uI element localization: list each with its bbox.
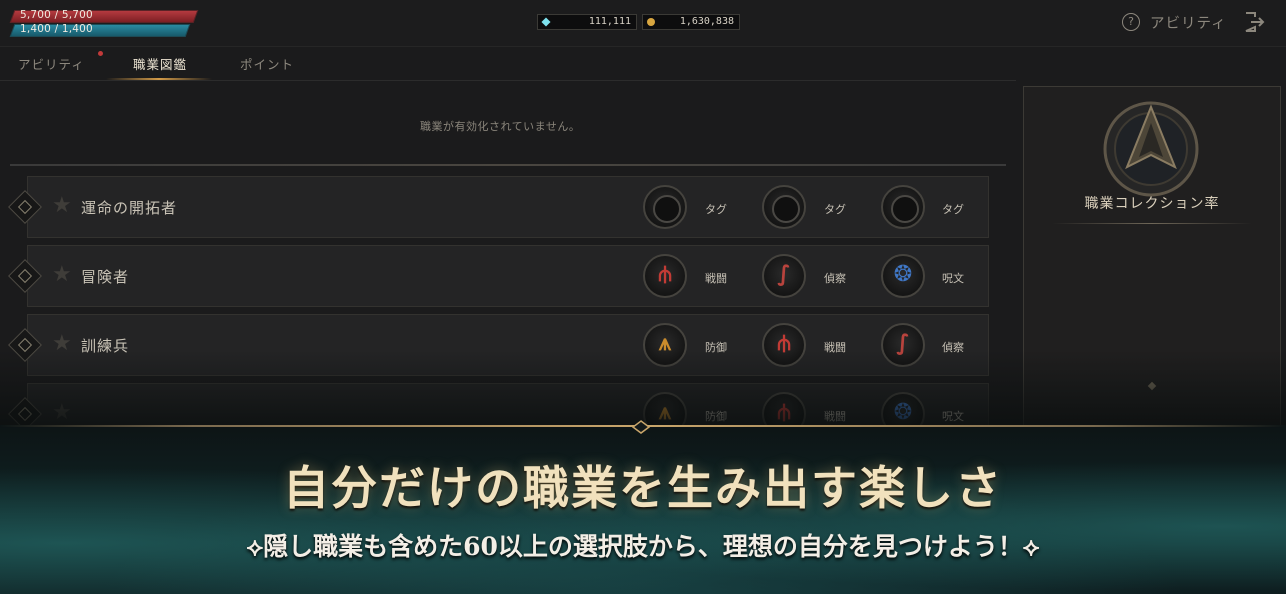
ornament-line (1052, 223, 1252, 224)
tag-label: 戦闘 (705, 272, 727, 285)
ability-link[interactable]: アビリティ (1150, 12, 1227, 33)
tag-label: 呪文 (942, 272, 964, 285)
job-name: 冒険者 (81, 268, 130, 286)
job-row[interactable]: ★ 運命の開拓者 タグ タグ タグ (8, 176, 989, 238)
gem-value: 111,111 (588, 16, 631, 27)
combat-tag-icon[interactable]: ⫛ (643, 254, 687, 298)
spell-glyph: ❂ (893, 262, 913, 287)
exit-icon[interactable] (1243, 11, 1265, 33)
tag-label: タグ (705, 203, 727, 216)
mp-text: 1,400 / 1,400 (20, 23, 93, 35)
tag-label: タグ (942, 203, 964, 216)
tag-label: 偵察 (824, 272, 846, 285)
job-row[interactable]: ★ 冒険者 ⫛ 戦闘 ∫ 偵察 ❂ 呪文 (8, 245, 989, 307)
collection-title: 職業コレクション率 (1084, 196, 1220, 212)
empty-tag-icon[interactable] (762, 185, 806, 229)
tab-bar: アビリティ 職業図鑑 ポイント (0, 46, 1016, 81)
scout-glyph: ∫ (777, 262, 791, 287)
tag-label: タグ (824, 203, 846, 216)
job-diamond-icon (8, 190, 42, 224)
top-bar: 5,700 / 5,700 1,400 / 1,400 111,111 1,63… (0, 0, 1286, 47)
gem-icon (541, 17, 551, 27)
promo-headline: 自分だけの職業を生み出す楽しさ (283, 461, 1003, 515)
favorite-star-icon[interactable]: ★ (52, 262, 72, 287)
job-name: 運命の開拓者 (81, 199, 178, 217)
divider (10, 164, 1006, 166)
hp-text: 5,700 / 5,700 (20, 9, 93, 21)
job-diamond-icon (8, 259, 42, 293)
scout-tag-icon[interactable]: ∫ (762, 254, 806, 298)
tab-job-collection[interactable]: 職業図鑑 (133, 54, 187, 73)
tab-points[interactable]: ポイント (240, 54, 294, 73)
gold-counter[interactable]: 1,630,838 (642, 14, 740, 30)
notification-badge (98, 51, 103, 56)
spell-tag-icon[interactable]: ❂ (881, 254, 925, 298)
question-circle-icon[interactable]: ? (1122, 13, 1140, 31)
gold-coin-icon (647, 18, 655, 26)
tab-ability[interactable]: アビリティ (18, 54, 85, 73)
active-tab-indicator (106, 78, 212, 80)
combat-glyph: ⫛ (658, 262, 672, 287)
empty-tag-icon[interactable] (881, 185, 925, 229)
gem-counter[interactable]: 111,111 (537, 14, 637, 30)
ornament-icon (632, 420, 650, 434)
gold-value: 1,630,838 (679, 16, 734, 27)
promo-subline: ⟡隠し職業も含めた60以上の選択肢から、理想の自分を見つけよう！⟡ (246, 532, 1040, 561)
status-message: 職業が有効化されていません。 (420, 120, 581, 133)
empty-tag-icon[interactable] (643, 185, 687, 229)
favorite-star-icon[interactable]: ★ (52, 193, 72, 218)
